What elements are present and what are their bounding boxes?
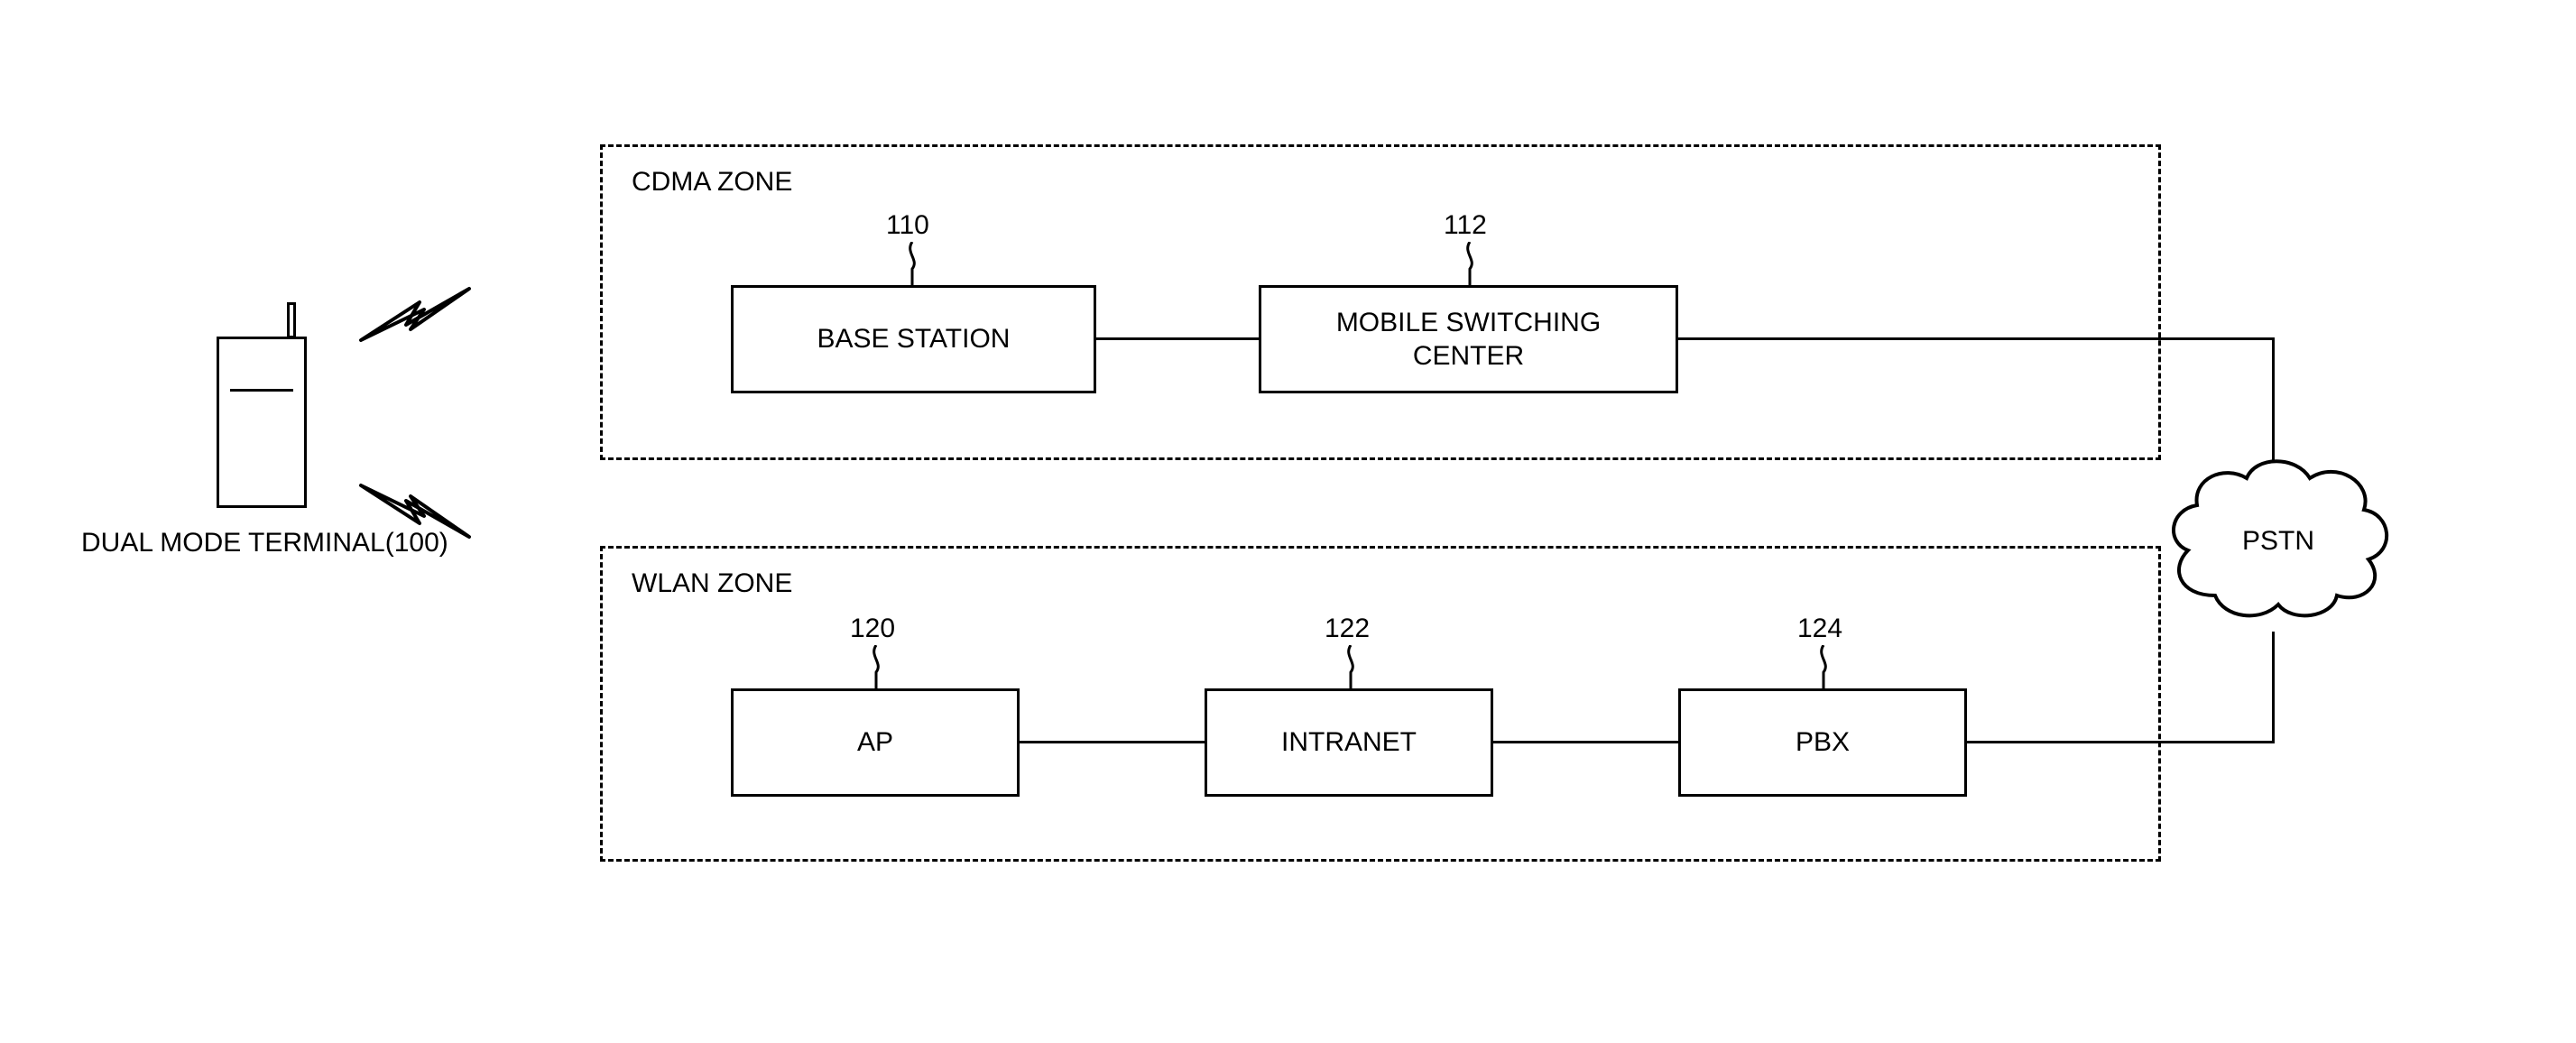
ap-label: AP — [857, 725, 893, 760]
leader-line — [1814, 645, 1833, 688]
connector-line — [1020, 741, 1205, 743]
connector-line — [1967, 741, 2274, 743]
intranet-node: INTRANET — [1205, 688, 1493, 797]
wlan-zone-title: WLAN ZONE — [632, 568, 792, 599]
pbx-ref: 124 — [1797, 614, 1842, 644]
leader-line — [1341, 645, 1361, 688]
phone-icon — [217, 302, 316, 510]
pstn-label: PSTN — [2242, 526, 2314, 557]
cdma-zone-title: CDMA ZONE — [632, 167, 792, 198]
ap-ref: 120 — [850, 614, 895, 644]
msc-node: MOBILE SWITCHING CENTER — [1259, 285, 1678, 393]
pbx-label: PBX — [1796, 725, 1850, 760]
wireless-link-icon — [356, 460, 474, 541]
leader-line — [902, 242, 922, 285]
connector-line — [1096, 337, 1259, 340]
intranet-ref: 122 — [1325, 614, 1370, 644]
connector-line — [1493, 741, 1678, 743]
diagram-canvas: DUAL MODE TERMINAL(100) CDMA ZONE 110 BA… — [0, 0, 2576, 1043]
base-station-label: BASE STATION — [817, 322, 1011, 356]
intranet-label: INTRANET — [1281, 725, 1417, 760]
leader-line — [1460, 242, 1480, 285]
base-station-node: BASE STATION — [731, 285, 1096, 393]
wireless-link-icon — [356, 284, 474, 365]
connector-line — [1678, 337, 2274, 340]
pbx-node: PBX — [1678, 688, 1967, 797]
msc-label: MOBILE SWITCHING CENTER — [1336, 306, 1601, 374]
leader-line — [866, 645, 886, 688]
msc-ref: 112 — [1444, 210, 1487, 241]
base-station-ref: 110 — [886, 210, 929, 241]
ap-node: AP — [731, 688, 1020, 797]
pstn-cloud: PSTN — [2161, 433, 2396, 650]
